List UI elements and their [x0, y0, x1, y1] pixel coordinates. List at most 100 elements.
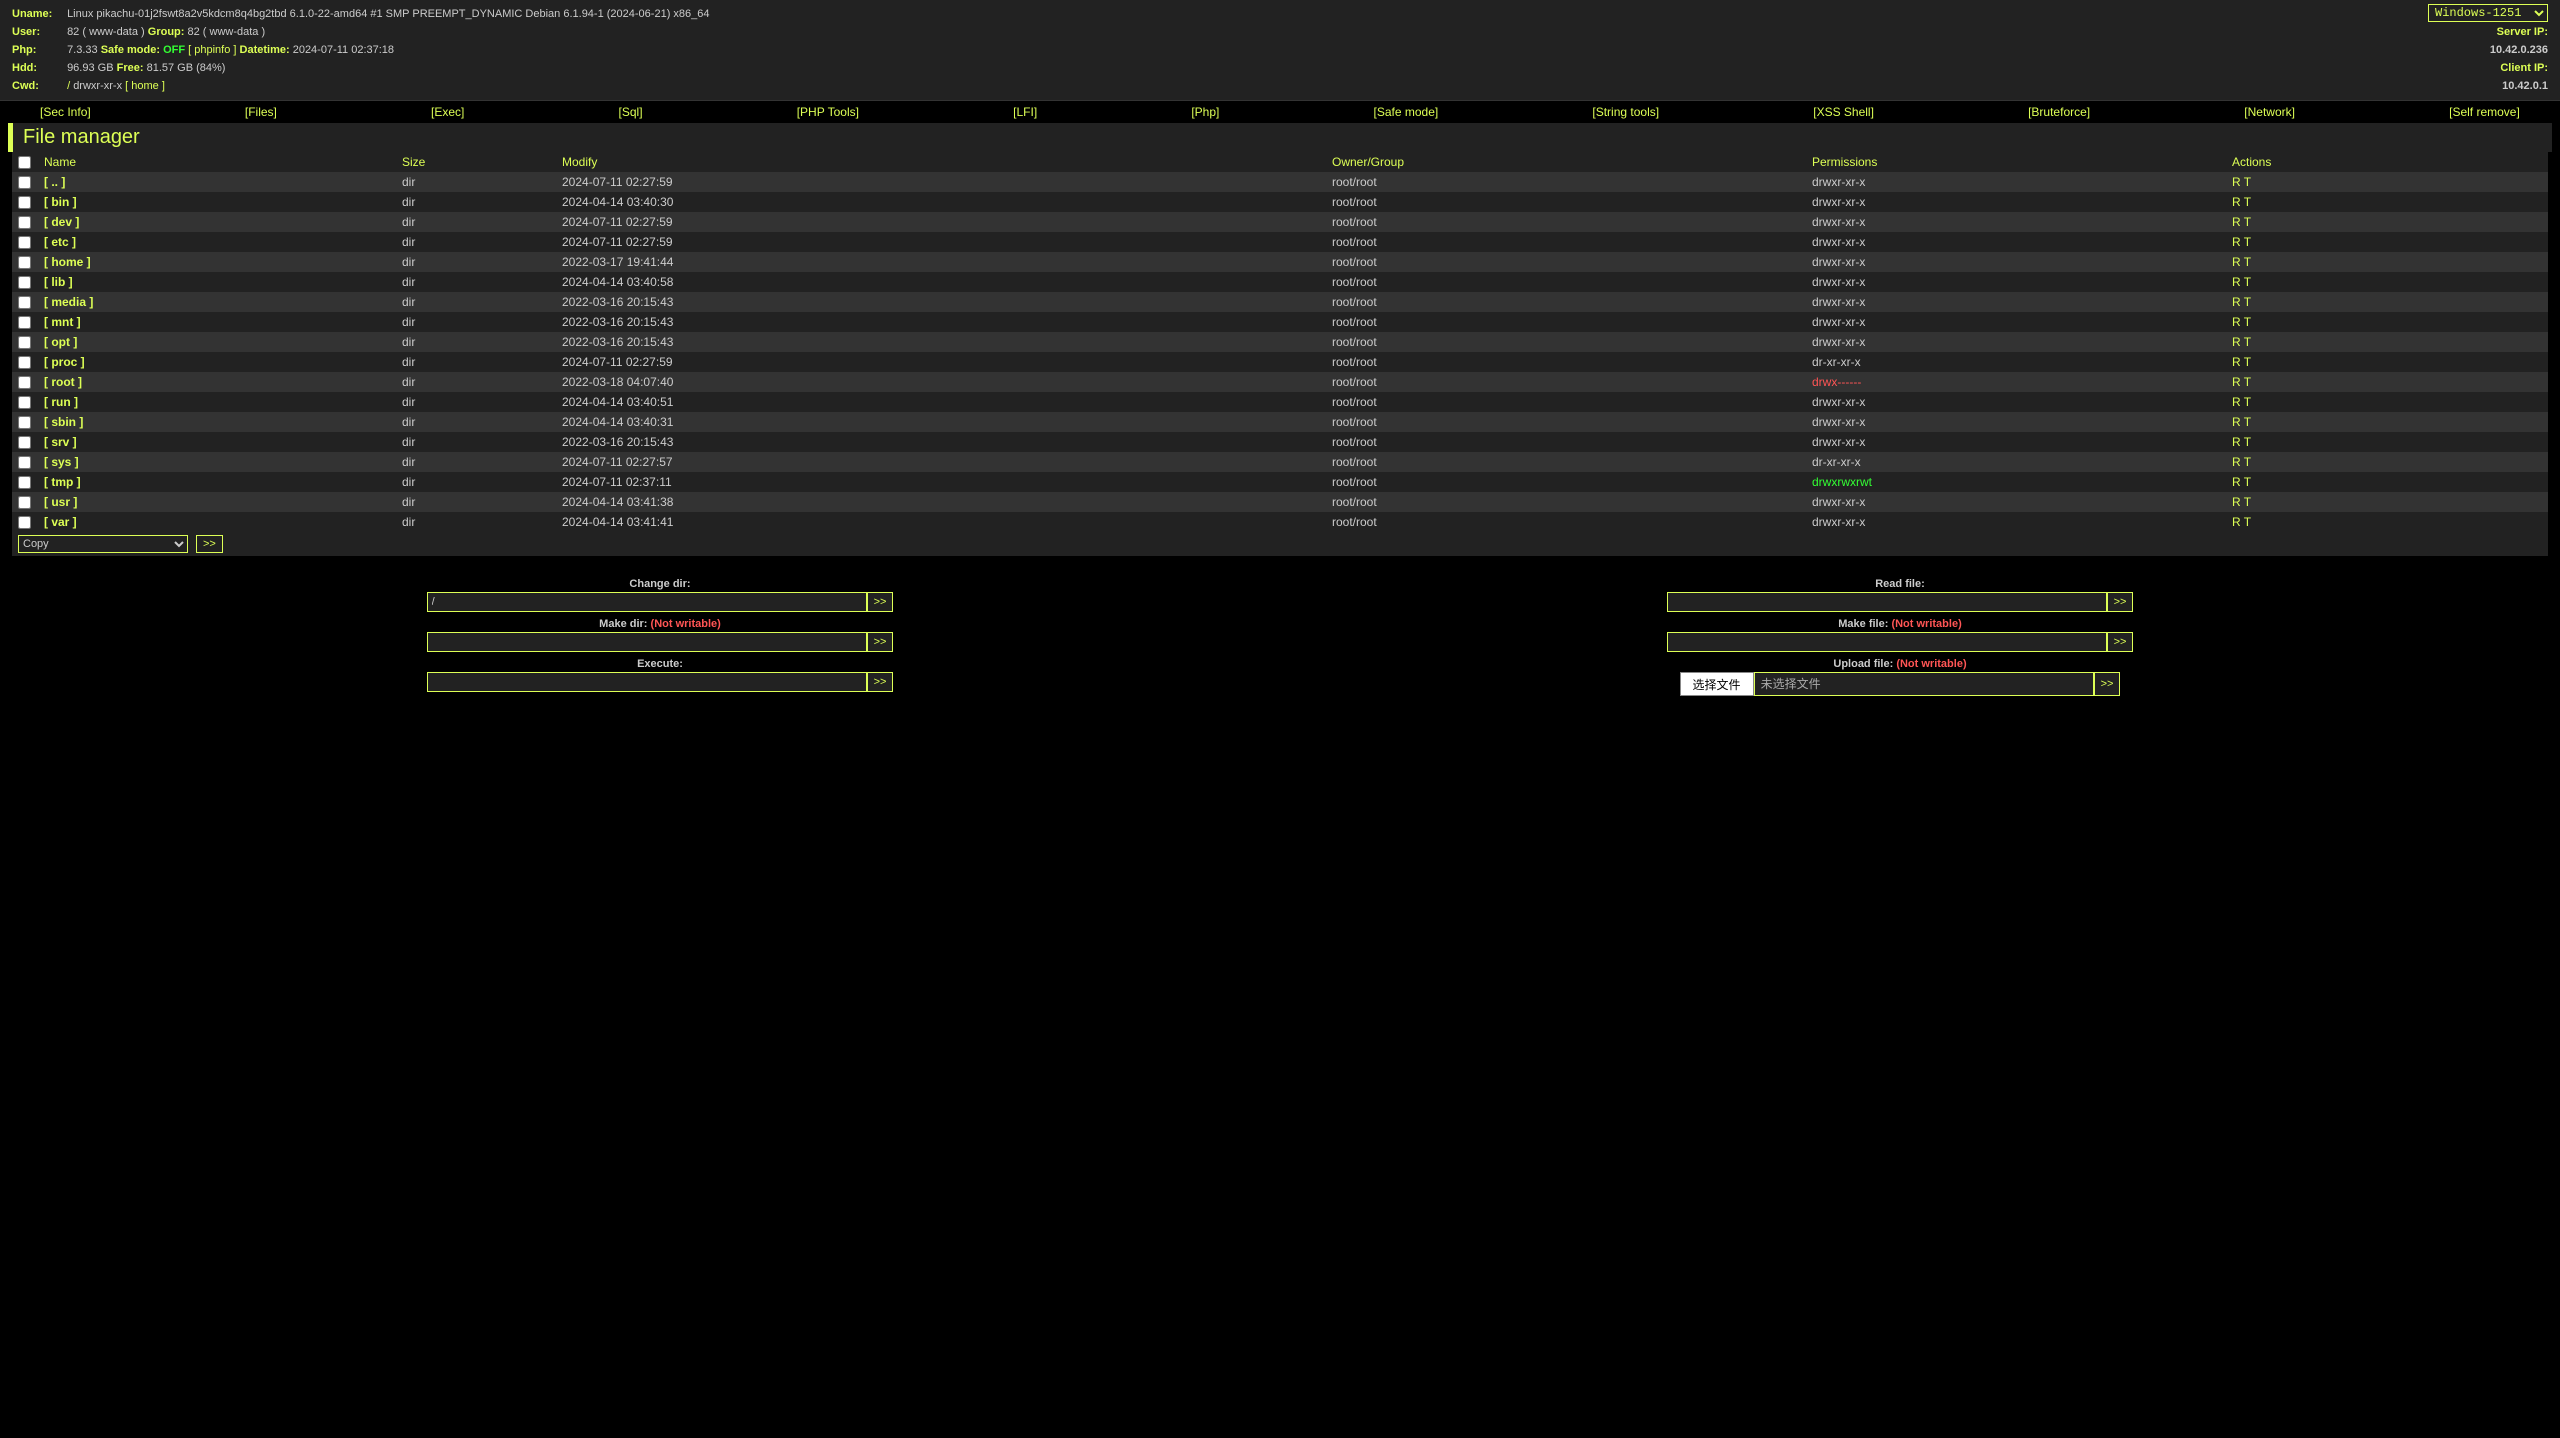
file-name-link[interactable]: [ proc ]	[44, 355, 85, 369]
action-rename[interactable]: R	[2232, 275, 2241, 289]
file-permissions[interactable]: drwxrwxrwt	[1812, 475, 1872, 489]
file-name-link[interactable]: [ run ]	[44, 395, 78, 409]
nav-link-0[interactable]: [Sec Info]	[40, 105, 91, 119]
row-checkbox[interactable]	[18, 376, 31, 389]
file-permissions[interactable]: drwxr-xr-x	[1812, 315, 1865, 329]
file-permissions[interactable]: drwxr-xr-x	[1812, 175, 1865, 189]
action-rename[interactable]: R	[2232, 515, 2241, 529]
file-permissions[interactable]: drwxr-xr-x	[1812, 255, 1865, 269]
row-checkbox[interactable]	[18, 256, 31, 269]
upload-file-go[interactable]: >>	[2094, 672, 2121, 696]
file-permissions[interactable]: dr-xr-xr-x	[1812, 455, 1861, 469]
file-permissions[interactable]: drwxr-xr-x	[1812, 215, 1865, 229]
action-rename[interactable]: R	[2232, 255, 2241, 269]
file-chooser-button[interactable]: 选择文件	[1680, 672, 1754, 696]
file-permissions[interactable]: drwxr-xr-x	[1812, 395, 1865, 409]
nav-link-6[interactable]: [Php]	[1191, 105, 1219, 119]
col-size[interactable]: Size	[402, 155, 425, 169]
file-name-link[interactable]: [ dev ]	[44, 215, 79, 229]
file-name-link[interactable]: [ home ]	[44, 255, 91, 269]
nav-link-3[interactable]: [Sql]	[619, 105, 643, 119]
file-permissions[interactable]: drwxr-xr-x	[1812, 435, 1865, 449]
make-file-go[interactable]: >>	[2107, 632, 2134, 652]
action-rename[interactable]: R	[2232, 215, 2241, 229]
file-name-link[interactable]: [ usr ]	[44, 495, 77, 509]
action-touch[interactable]: T	[2244, 435, 2251, 449]
action-rename[interactable]: R	[2232, 415, 2241, 429]
action-touch[interactable]: T	[2244, 455, 2251, 469]
file-name-link[interactable]: [ tmp ]	[44, 475, 81, 489]
action-touch[interactable]: T	[2244, 275, 2251, 289]
nav-link-2[interactable]: [Exec]	[431, 105, 464, 119]
action-touch[interactable]: T	[2244, 175, 2251, 189]
file-permissions[interactable]: drwxr-xr-x	[1812, 295, 1865, 309]
row-checkbox[interactable]	[18, 196, 31, 209]
action-rename[interactable]: R	[2232, 315, 2241, 329]
read-file-input[interactable]	[1667, 592, 2107, 612]
nav-link-4[interactable]: [PHP Tools]	[797, 105, 859, 119]
nav-link-5[interactable]: [LFI]	[1013, 105, 1037, 119]
action-touch[interactable]: T	[2244, 255, 2251, 269]
make-dir-go[interactable]: >>	[867, 632, 894, 652]
action-rename[interactable]: R	[2232, 335, 2241, 349]
action-touch[interactable]: T	[2244, 495, 2251, 509]
action-touch[interactable]: T	[2244, 215, 2251, 229]
action-touch[interactable]: T	[2244, 355, 2251, 369]
action-rename[interactable]: R	[2232, 355, 2241, 369]
file-name-link[interactable]: [ bin ]	[44, 195, 77, 209]
col-name[interactable]: Name	[44, 155, 76, 169]
action-touch[interactable]: T	[2244, 515, 2251, 529]
execute-input[interactable]	[427, 672, 867, 692]
file-name-link[interactable]: [ sbin ]	[44, 415, 83, 429]
file-permissions[interactable]: drwxr-xr-x	[1812, 335, 1865, 349]
file-permissions[interactable]: drwxr-xr-x	[1812, 515, 1865, 529]
make-dir-input[interactable]	[427, 632, 867, 652]
file-name-link[interactable]: [ media ]	[44, 295, 93, 309]
file-name-link[interactable]: [ .. ]	[44, 175, 65, 189]
make-file-input[interactable]	[1667, 632, 2107, 652]
file-permissions[interactable]: drwx------	[1812, 375, 1861, 389]
col-modify[interactable]: Modify	[562, 155, 597, 169]
file-name-link[interactable]: [ srv ]	[44, 435, 77, 449]
file-permissions[interactable]: dr-xr-xr-x	[1812, 355, 1861, 369]
file-permissions[interactable]: drwxr-xr-x	[1812, 275, 1865, 289]
row-checkbox[interactable]	[18, 176, 31, 189]
phpinfo-link[interactable]: [ phpinfo ]	[188, 44, 236, 56]
select-all-checkbox[interactable]	[18, 156, 31, 169]
row-checkbox[interactable]	[18, 416, 31, 429]
action-touch[interactable]: T	[2244, 335, 2251, 349]
action-touch[interactable]: T	[2244, 415, 2251, 429]
action-rename[interactable]: R	[2232, 195, 2241, 209]
action-rename[interactable]: R	[2232, 495, 2241, 509]
file-permissions[interactable]: drwxr-xr-x	[1812, 495, 1865, 509]
file-permissions[interactable]: drwxr-xr-x	[1812, 415, 1865, 429]
nav-link-9[interactable]: [XSS Shell]	[1813, 105, 1874, 119]
row-checkbox[interactable]	[18, 276, 31, 289]
change-dir-go[interactable]: >>	[867, 592, 894, 612]
action-touch[interactable]: T	[2244, 295, 2251, 309]
nav-link-11[interactable]: [Network]	[2244, 105, 2295, 119]
row-checkbox[interactable]	[18, 496, 31, 509]
row-checkbox[interactable]	[18, 296, 31, 309]
action-touch[interactable]: T	[2244, 395, 2251, 409]
action-rename[interactable]: R	[2232, 175, 2241, 189]
action-touch[interactable]: T	[2244, 475, 2251, 489]
batch-action-select[interactable]: Copy	[18, 535, 188, 553]
row-checkbox[interactable]	[18, 316, 31, 329]
nav-link-12[interactable]: [Self remove]	[2449, 105, 2520, 119]
encoding-select[interactable]: Windows-1251	[2428, 4, 2548, 22]
row-checkbox[interactable]	[18, 236, 31, 249]
nav-link-10[interactable]: [Bruteforce]	[2028, 105, 2090, 119]
nav-link-1[interactable]: [Files]	[245, 105, 277, 119]
file-name-link[interactable]: [ etc ]	[44, 235, 76, 249]
action-touch[interactable]: T	[2244, 315, 2251, 329]
action-touch[interactable]: T	[2244, 375, 2251, 389]
read-file-go[interactable]: >>	[2107, 592, 2134, 612]
file-name-link[interactable]: [ root ]	[44, 375, 82, 389]
action-rename[interactable]: R	[2232, 295, 2241, 309]
file-name-link[interactable]: [ sys ]	[44, 455, 79, 469]
action-rename[interactable]: R	[2232, 455, 2241, 469]
action-rename[interactable]: R	[2232, 375, 2241, 389]
row-checkbox[interactable]	[18, 336, 31, 349]
file-name-link[interactable]: [ mnt ]	[44, 315, 81, 329]
